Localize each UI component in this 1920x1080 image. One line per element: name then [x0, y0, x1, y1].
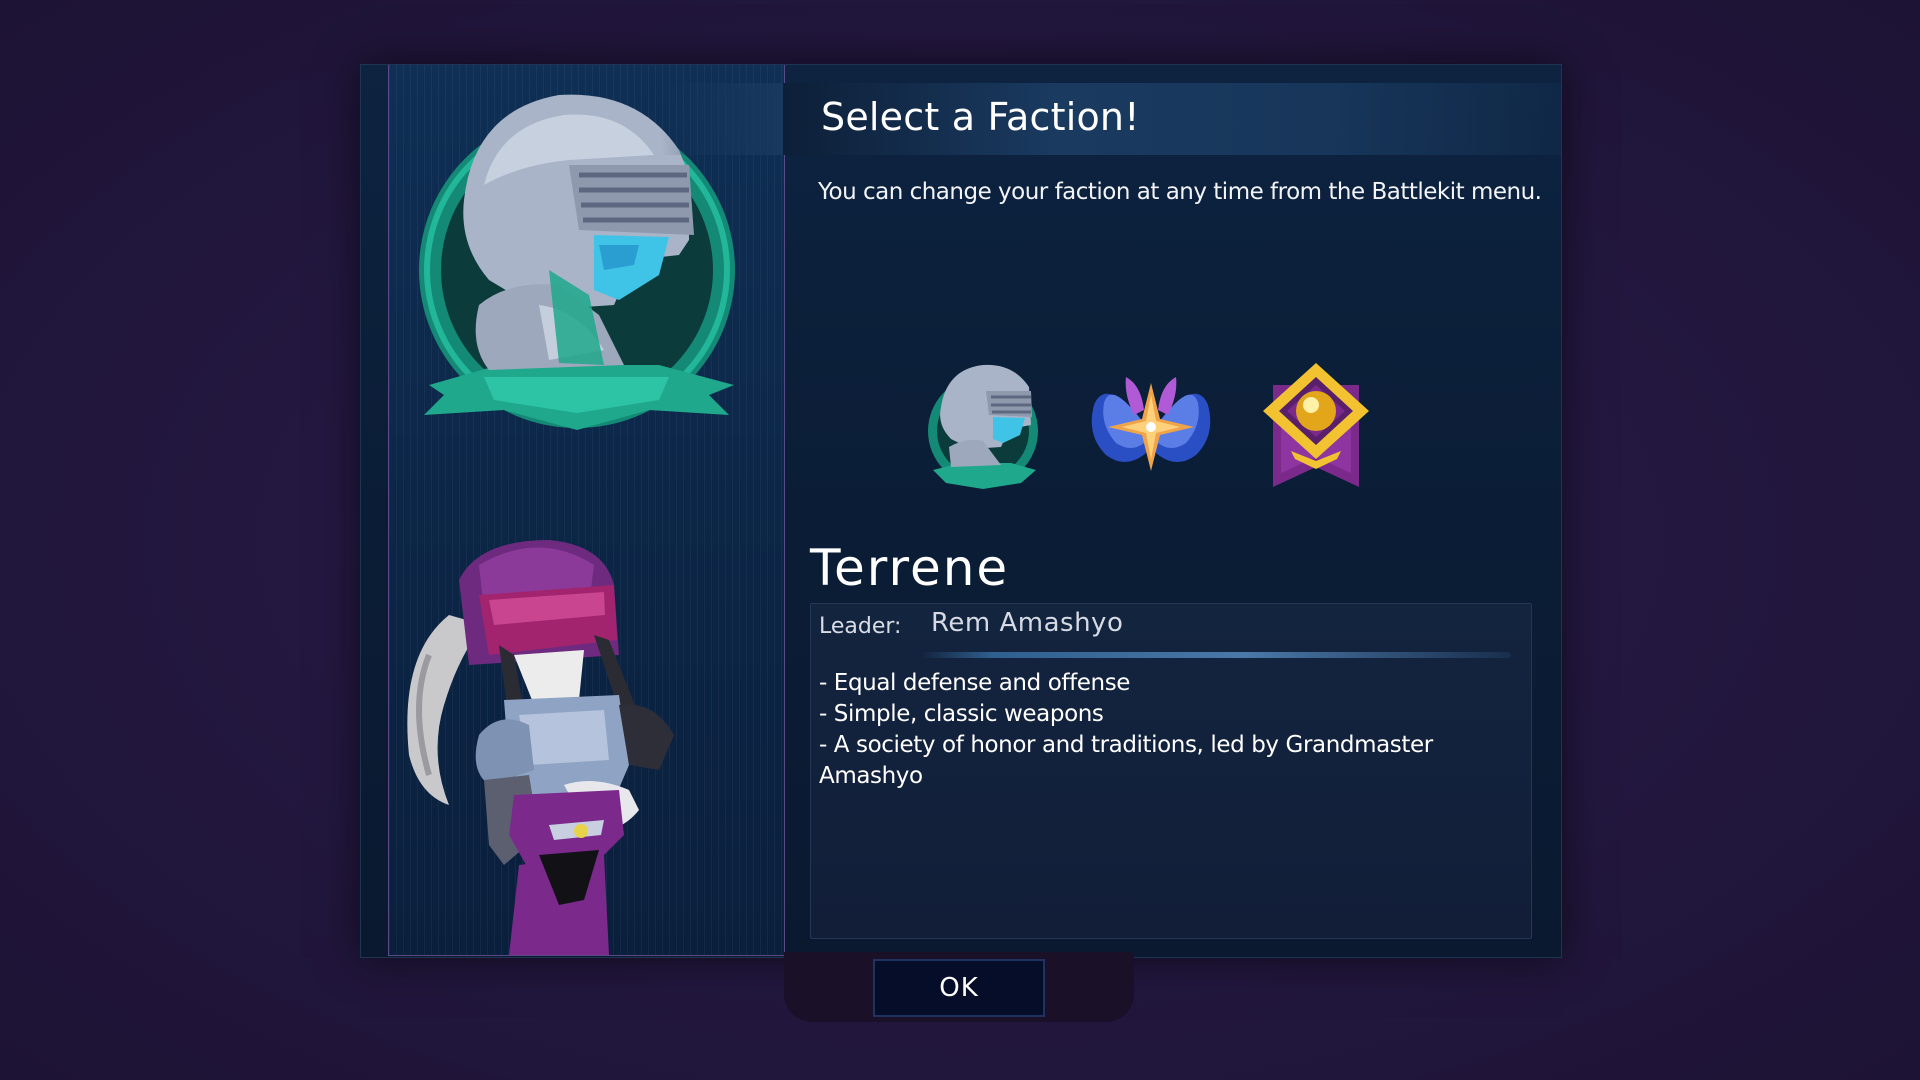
- faction-traits: - Equal defense and offense - Simple, cl…: [819, 668, 1531, 792]
- second-faction-icon[interactable]: [1086, 355, 1216, 495]
- third-faction-icon[interactable]: [1251, 355, 1381, 495]
- golden-orb-banner-icon: [1263, 363, 1369, 487]
- faction-name: Terrene: [810, 539, 1010, 597]
- leader-divider: [921, 652, 1511, 658]
- title-bar-fade: [661, 83, 783, 155]
- trait-item: - A society of honor and traditions, led…: [819, 732, 1433, 789]
- ok-button[interactable]: OK: [873, 959, 1045, 1017]
- winged-star-icon: [1091, 377, 1211, 471]
- faction-art-panel: [388, 65, 785, 956]
- trait-item: - Simple, classic weapons: [819, 701, 1104, 727]
- trait-item: - Equal defense and offense: [819, 670, 1131, 696]
- faction-icon-row: [921, 355, 1381, 495]
- dialog-subtitle: You can change your faction at any time …: [818, 179, 1542, 205]
- faction-info-box: Leader: Rem Amashyo - Equal defense and …: [810, 603, 1532, 939]
- terrene-faction-icon[interactable]: [921, 355, 1051, 495]
- faction-dialog: Select a Faction! You can change your fa…: [360, 64, 1562, 958]
- leader-label: Leader:: [819, 614, 902, 639]
- terrene-knight-icon: [928, 364, 1038, 489]
- faction-leader-portrait: [407, 540, 674, 955]
- leader-name: Rem Amashyo: [931, 608, 1124, 638]
- dialog-title: Select a Faction!: [821, 95, 1140, 139]
